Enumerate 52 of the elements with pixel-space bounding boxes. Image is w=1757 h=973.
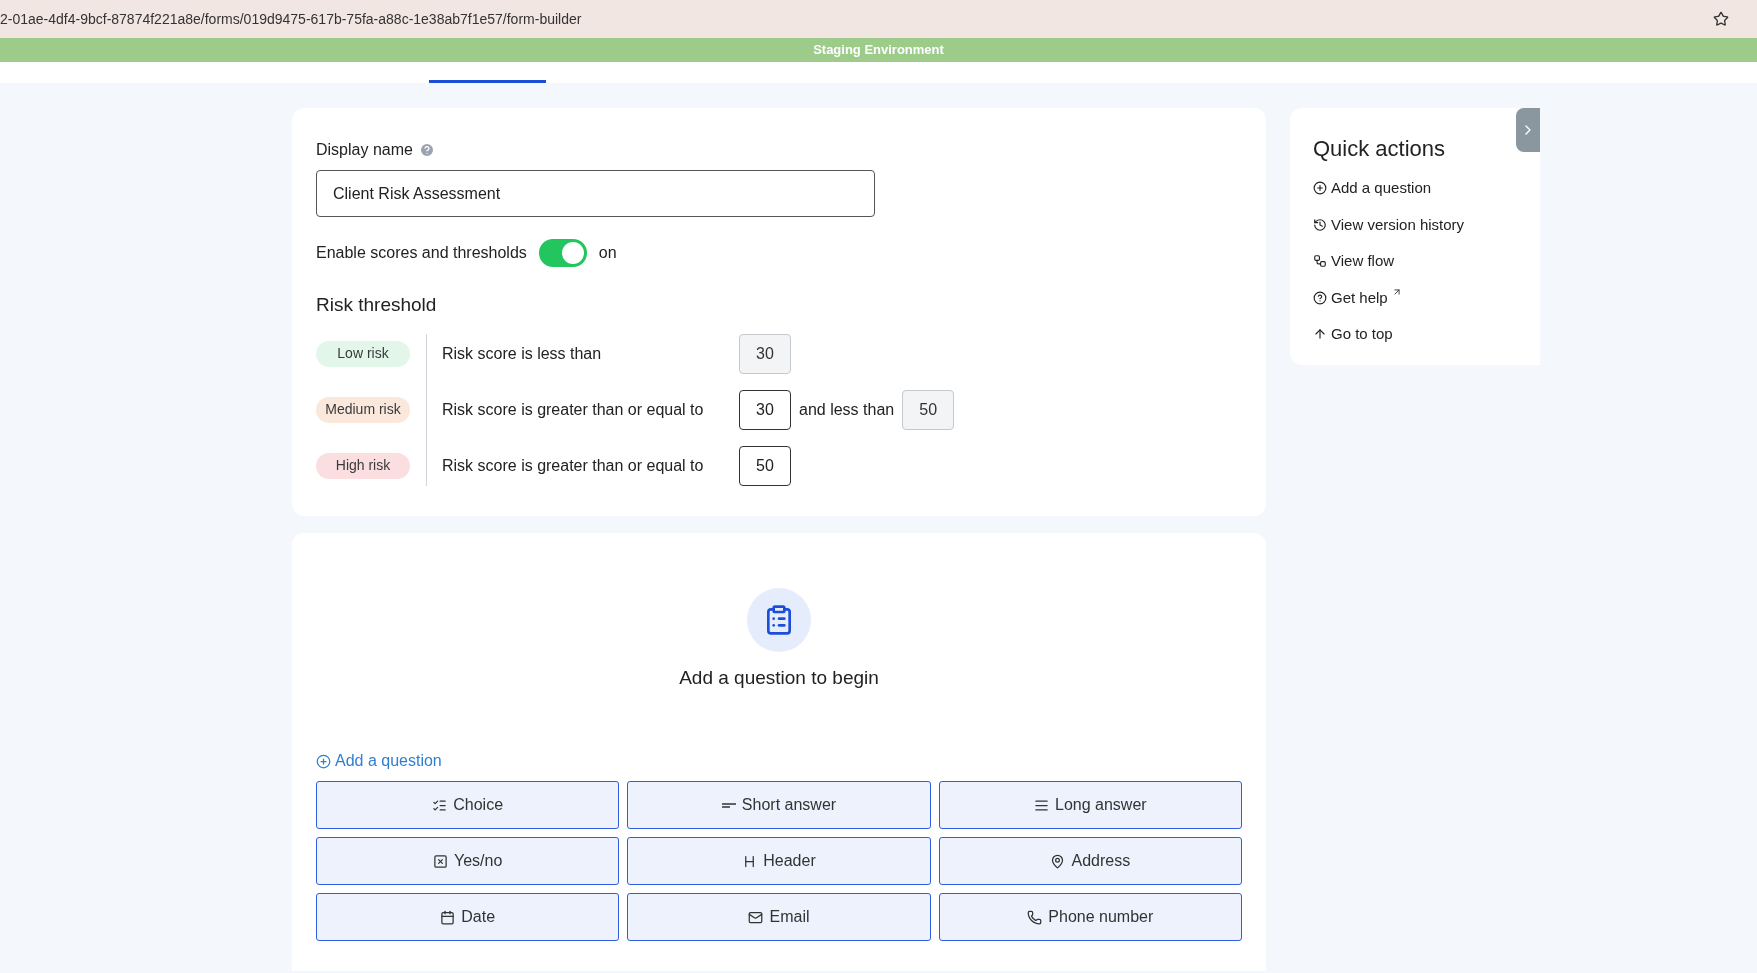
question-type-button[interactable]: Phone number — [938, 893, 1242, 941]
bookmark-star-icon[interactable] — [1713, 11, 1729, 27]
address-bar-url[interactable]: 2-01ae-4df4-9bcf-87874f221a8e/forms/019d9475-617b-75fa-a88c-1e38ab7f1e57/form-builder — [0, 8, 582, 30]
connector-text: and less than — [798, 399, 896, 420]
condition-text: Risk score is greater than or equal to — [442, 399, 705, 420]
map-pin-icon — [1050, 853, 1066, 869]
question-type-button[interactable]: Header — [627, 837, 931, 885]
risk-level-badge: High risk — [316, 452, 410, 479]
help-icon — [1313, 290, 1327, 305]
quick-action-link[interactable]: Go to top — [1313, 323, 1393, 346]
question-type-button[interactable]: Email — [627, 893, 931, 941]
dash-icon — [721, 802, 736, 808]
lines-icon — [1034, 797, 1049, 813]
toggle-switch[interactable] — [538, 239, 587, 267]
quick-action-link[interactable]: View version history — [1313, 213, 1465, 236]
external-link-icon — [1391, 286, 1402, 297]
flow-icon — [1313, 254, 1327, 269]
phone-icon — [1027, 909, 1043, 925]
number-field[interactable]: 50 — [739, 445, 791, 486]
quick-action-link[interactable]: View flow — [1313, 250, 1395, 273]
question-type-button[interactable]: Date — [316, 893, 620, 941]
clock-icon — [1313, 217, 1327, 232]
section-title: Risk threshold — [316, 293, 438, 317]
question-type-button[interactable]: Choice — [316, 781, 620, 829]
panel-title: Quick actions — [1313, 135, 1447, 163]
environment-banner: Staging Environment — [0, 38, 1757, 62]
number-field[interactable]: 30 — [739, 389, 791, 430]
envelope-icon — [748, 909, 764, 925]
risk-level-badge: Medium risk — [316, 396, 410, 423]
plus-circle-icon — [1313, 181, 1327, 196]
square-x-icon — [433, 853, 448, 869]
checklist-icon — [432, 797, 448, 813]
calendar-icon — [440, 909, 456, 925]
plus-circle-icon — [316, 753, 331, 769]
up-arrow-icon — [1313, 327, 1327, 342]
question-type-button[interactable]: Short answer — [627, 781, 931, 829]
quick-action-link[interactable]: Add a question — [1313, 177, 1432, 200]
quick-action-link[interactable]: Get help — [1313, 286, 1402, 309]
add-question-link[interactable]: Add a question — [316, 749, 442, 773]
display-name-field[interactable]: Client Risk Assessment — [316, 170, 875, 217]
condition-text: Risk score is less than — [442, 343, 603, 364]
field-label: Display name — [316, 140, 413, 160]
question-type-button[interactable]: Address — [938, 837, 1242, 885]
toggle-label: Enable scores and thresholds — [316, 243, 527, 263]
question-type-button[interactable]: Long answer — [938, 781, 1242, 829]
help-icon[interactable] — [418, 142, 435, 158]
toggle-state: on — [598, 243, 617, 263]
risk-level-badge: Low risk — [316, 340, 410, 367]
condition-text: Risk score is greater than or equal to — [442, 455, 705, 476]
question-type-button[interactable]: Yes/no — [316, 837, 620, 885]
collapse-panel-button[interactable] — [1516, 108, 1540, 152]
empty-state-title: Add a question to begin — [679, 665, 879, 690]
